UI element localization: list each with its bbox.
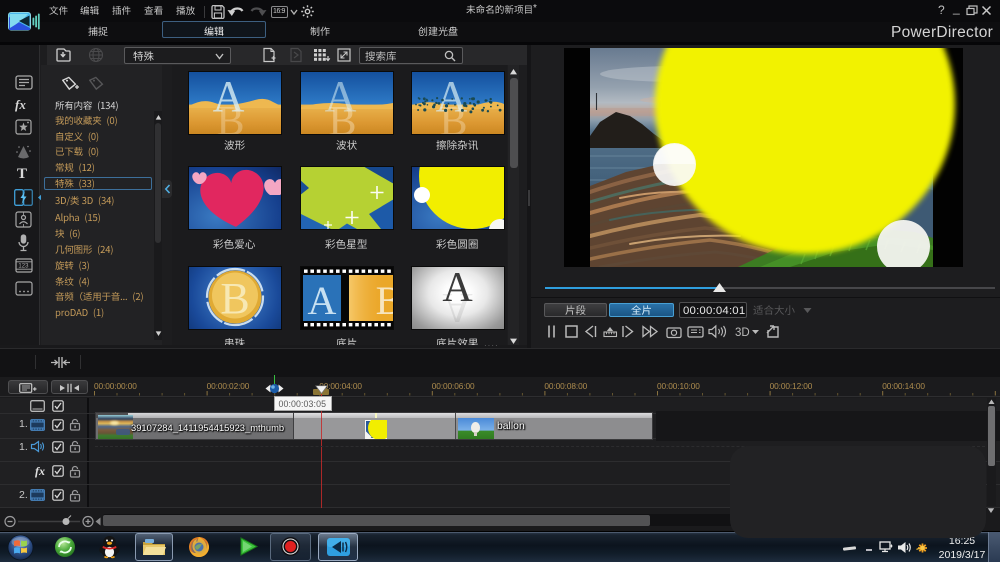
svg-text:B: B: [220, 274, 249, 323]
svg-text:B: B: [375, 278, 392, 323]
svg-text:3D: 3D: [735, 327, 750, 339]
svg-text:A: A: [307, 278, 336, 323]
svg-text:123: 123: [18, 264, 29, 270]
